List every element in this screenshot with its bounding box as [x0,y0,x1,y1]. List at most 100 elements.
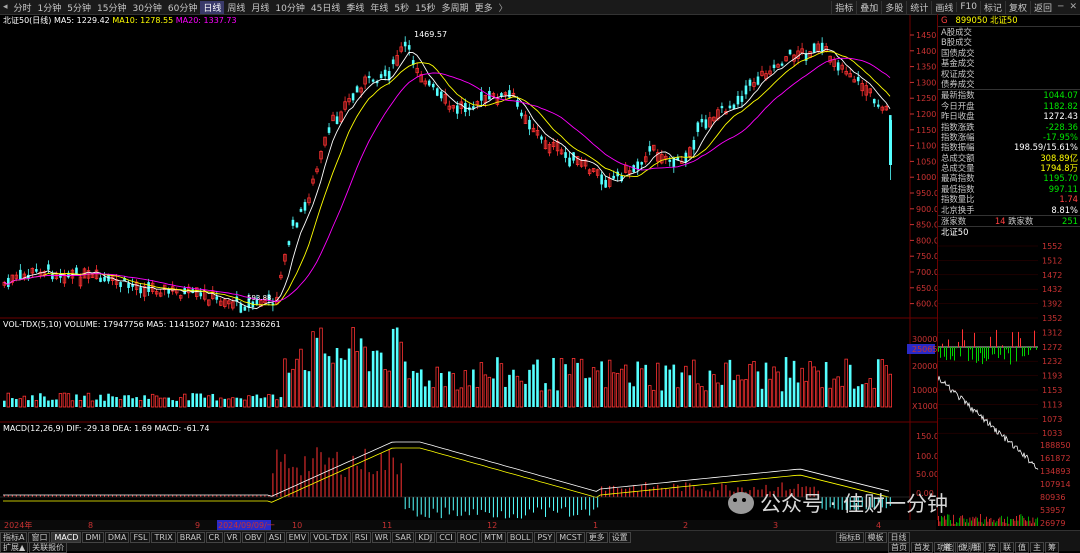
tool-2[interactable]: 多股 [881,0,906,14]
panel-tab-4[interactable]: 联 [1000,542,1014,553]
period-tab-9[interactable]: 10分钟 [272,1,307,14]
category-link-0[interactable]: A股成交 [938,27,1080,37]
intraday-breadth-bar [1036,347,1037,351]
intraday-vol-bar [990,518,992,527]
indicator-tab-15[interactable]: WR [371,532,392,543]
indicator-tab-7[interactable]: BRAR [176,532,205,543]
indicator-tab-6[interactable]: TRIX [151,532,176,543]
bottom-left-link-0[interactable]: 扩展▲ [0,542,29,553]
period-tab-12[interactable]: 年线 [367,1,391,14]
intraday-breadth-bar [976,347,977,364]
panel-tab-0[interactable]: 笔 [940,542,954,553]
period-tab-1[interactable]: 1分钟 [35,1,65,14]
indicator-tab-22[interactable]: PSY [534,532,556,543]
tool-5[interactable]: F10 [956,2,980,12]
period-tab-7[interactable]: 周线 [224,1,248,14]
volume-bar [660,390,664,407]
category-link-3[interactable]: 基金成交 [938,58,1080,68]
period-tab-15[interactable]: 多周期 [439,1,472,14]
panel-link-1[interactable]: 首发 [911,542,933,553]
macd-bar [484,497,486,513]
category-link-2[interactable]: 国债成交 [938,48,1080,58]
bottom-right-link-0[interactable]: 指标B [836,532,864,543]
macd-bar [693,486,695,497]
panel-tab-1[interactable]: 价 [955,542,969,553]
indicator-tab-8[interactable]: CR [205,532,223,543]
indicator-tab-4[interactable]: DMA [104,532,130,543]
category-link-5[interactable]: 债券成交 [938,79,1080,89]
category-link-1[interactable]: B股成交 [938,37,1080,47]
indicator-tab-24[interactable]: 更多 [585,532,608,543]
tool-6[interactable]: 标记 [979,0,1005,14]
minimize-icon[interactable]: ─ [1055,2,1066,12]
indicator-tab-9[interactable]: VR [223,532,241,543]
indicator-tab-18[interactable]: CCI [436,532,456,543]
volume-bar [419,369,423,407]
x-axis-label: 10 [292,521,302,530]
macd-bar [304,456,306,497]
tool-7[interactable]: 复权 [1005,0,1030,14]
indicator-tab-13[interactable]: VOL-TDX [310,532,351,543]
indicator-tab-20[interactable]: MTM [481,532,506,543]
panel-tab-7[interactable]: 筹 [1045,542,1059,553]
intraday-vol-bar [972,517,974,527]
tool-1[interactable]: 叠加 [856,0,881,14]
tool-3[interactable]: 统计 [906,0,931,14]
indicator-tab-25[interactable]: 设置 [608,532,631,543]
indicator-tab-19[interactable]: ROC [456,532,481,543]
indicator-tab-12[interactable]: EMV [285,532,310,543]
kline-chart[interactable]: 1450 1400 1350 1300 1250 1200 1150 1100 1050 1000… [0,15,937,520]
panel-tab-5[interactable]: 值 [1015,542,1029,553]
period-tab-3[interactable]: 15分钟 [94,1,129,14]
panel-link-0[interactable]: 首页 [888,542,910,553]
period-tab-2[interactable]: 5分钟 [64,1,94,14]
volume-bar [567,374,572,408]
bottom-left-link-1[interactable]: 关联报价 [29,542,68,553]
chevron-right-icon[interactable]: 〉 [496,1,511,14]
bottom-right-link-1[interactable]: 模板 [864,532,887,543]
intraday-breadth-bar [1034,331,1035,348]
close-icon[interactable]: ✕ [1066,2,1080,12]
indicator-tab-5[interactable]: FSL [130,532,151,543]
period-tab-10[interactable]: 45日线 [308,1,343,14]
indicator-tab-10[interactable]: OBV [241,532,265,543]
volume-bar [383,369,387,408]
panel-tab-2[interactable]: 细 [970,542,984,553]
panel-tab-6[interactable]: 主 [1030,542,1044,553]
intraday-breadth-bar [990,337,991,348]
price-tick: 950.00 [916,189,937,198]
period-tab-0[interactable]: 分时 [11,1,35,14]
tool-8[interactable]: 返回 [1030,0,1055,14]
macd-bar [296,467,298,497]
period-tab-16[interactable]: 更多 [472,1,496,14]
period-tab-13[interactable]: 5秒 [391,1,412,14]
period-tab-6[interactable]: 日线 [200,0,225,14]
indicator-tab-3[interactable]: DMI [82,532,104,543]
indicator-tab-16[interactable]: SAR [392,532,415,543]
volume-bar [6,392,11,408]
back-arrow-icon[interactable]: ◂ [0,2,11,12]
macd-bar [512,497,514,515]
intraday-vol-tick: 188850 [1040,441,1071,450]
volume-bar [756,371,760,407]
period-tab-4[interactable]: 30分钟 [129,1,164,14]
volume-bar [331,362,335,408]
macd-bar [336,451,338,497]
period-tab-5[interactable]: 60分钟 [165,1,200,14]
indicator-tab-23[interactable]: MCST [556,532,585,543]
tool-0[interactable]: 指标 [831,0,856,14]
indicator-tab-17[interactable]: KDJ [415,532,436,543]
period-tab-11[interactable]: 季线 [343,1,367,14]
volume-bar [78,400,83,408]
intraday-chart[interactable]: 1552 1512 1472 1432 1392 1352 1312 1272 1232 1193… [937,238,1080,528]
indicator-tab-21[interactable]: BOLL [506,532,534,543]
intraday-vol-bar [1001,516,1002,527]
period-tab-8[interactable]: 月线 [248,1,272,14]
panel-tab-3[interactable]: 势 [985,542,999,553]
period-tab-14[interactable]: 15秒 [412,1,438,14]
indicator-tab-14[interactable]: RSI [351,532,371,543]
indicator-tab-11[interactable]: ASI [265,532,285,543]
tool-4[interactable]: 画线 [931,0,956,14]
intraday-vol-bar [996,521,998,527]
category-link-4[interactable]: 权证成交 [938,69,1080,79]
